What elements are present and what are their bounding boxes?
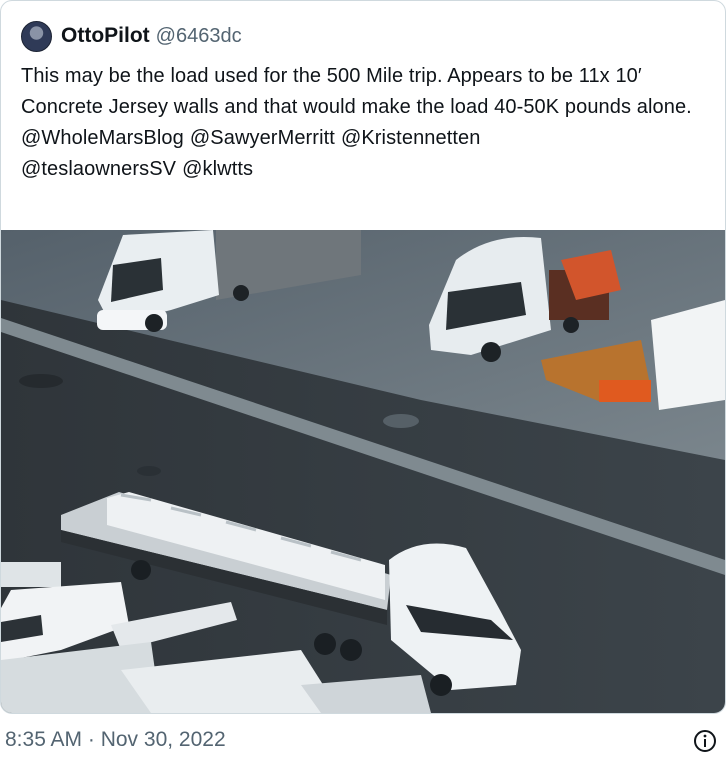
tweet-card: OttoPilot @6463dc This may be the load u…	[0, 0, 726, 714]
mentions-line-2: @teslaownersSV @klwtts	[21, 154, 711, 185]
mention-link[interactable]: @Kristennetten	[341, 127, 481, 149]
mention-link[interactable]: @SawyerMerritt	[190, 127, 335, 149]
mention-link[interactable]: @teslaownersSV	[21, 158, 176, 180]
mentions-line-1: @WholeMarsBlog @SawyerMerritt @Kristennett…	[21, 123, 711, 154]
tweet-header: OttoPilot @6463dc	[21, 18, 242, 54]
info-icon[interactable]	[693, 729, 717, 753]
tweet-text: This may be the load used for the 500 Mi…	[21, 61, 711, 185]
display-name[interactable]: OttoPilot	[61, 24, 150, 48]
mention-link[interactable]: @WholeMarsBlog	[21, 127, 184, 149]
tweet-body: This may be the load used for the 500 Mi…	[21, 65, 692, 118]
mention-link[interactable]: @klwtts	[182, 158, 253, 180]
user-handle[interactable]: @6463dc	[156, 25, 242, 48]
avatar[interactable]	[21, 20, 52, 52]
tweet-timestamp[interactable]: 8:35 AM · Nov 30, 2022	[5, 728, 226, 752]
tweet-photo[interactable]	[1, 230, 725, 713]
